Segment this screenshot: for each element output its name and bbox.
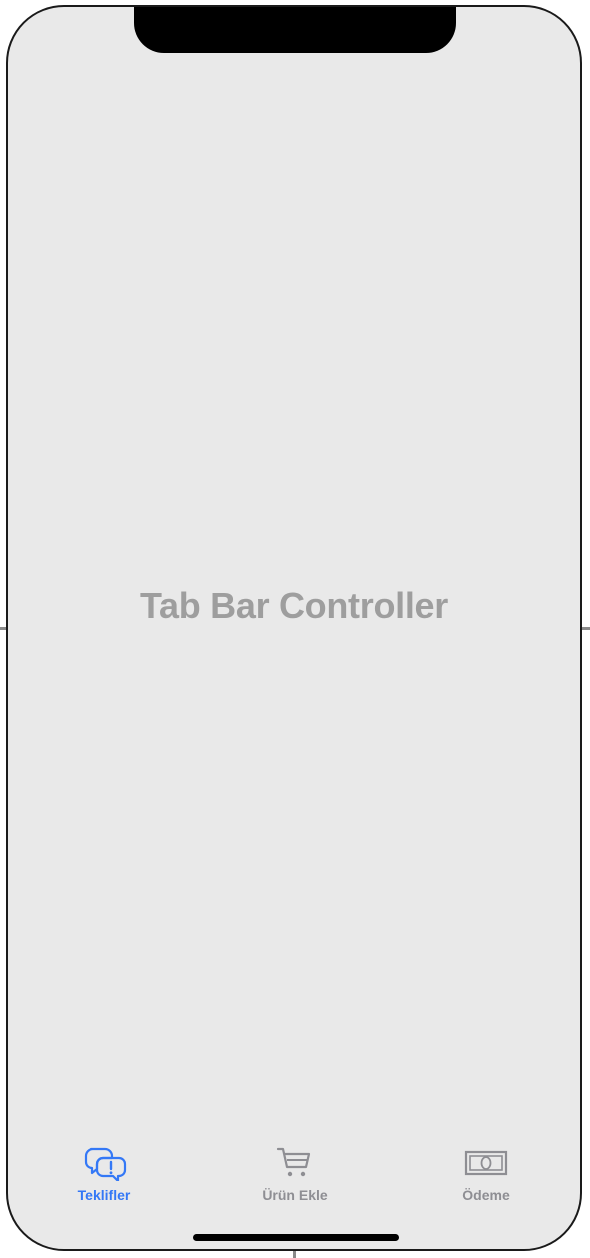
screen-title: Tab Bar Controller [140,585,448,626]
storyboard-canvas: Tab Bar Controller Teklifler Ürün Ekle Ö… [0,0,590,1258]
cart-icon [270,1145,320,1181]
banknote-icon [461,1145,511,1181]
device-notch [134,7,456,53]
tab-urun-ekle[interactable]: Ürün Ekle [225,1139,365,1211]
tab-odeme[interactable]: Ödeme [416,1139,556,1211]
tab-label-odeme: Ödeme [462,1187,510,1203]
tab-label-urun-ekle: Ürün Ekle [262,1187,328,1203]
tab-bar: Teklifler Ürün Ekle Ödeme [8,1139,580,1219]
segue-connector-right [581,627,590,630]
device-frame: Tab Bar Controller Teklifler Ürün Ekle Ö… [6,5,582,1251]
exclamation-bubble-icon [79,1145,129,1183]
home-indicator [193,1234,399,1241]
tab-label-teklifler: Teklifler [77,1187,131,1203]
tab-teklifler[interactable]: Teklifler [34,1139,174,1211]
